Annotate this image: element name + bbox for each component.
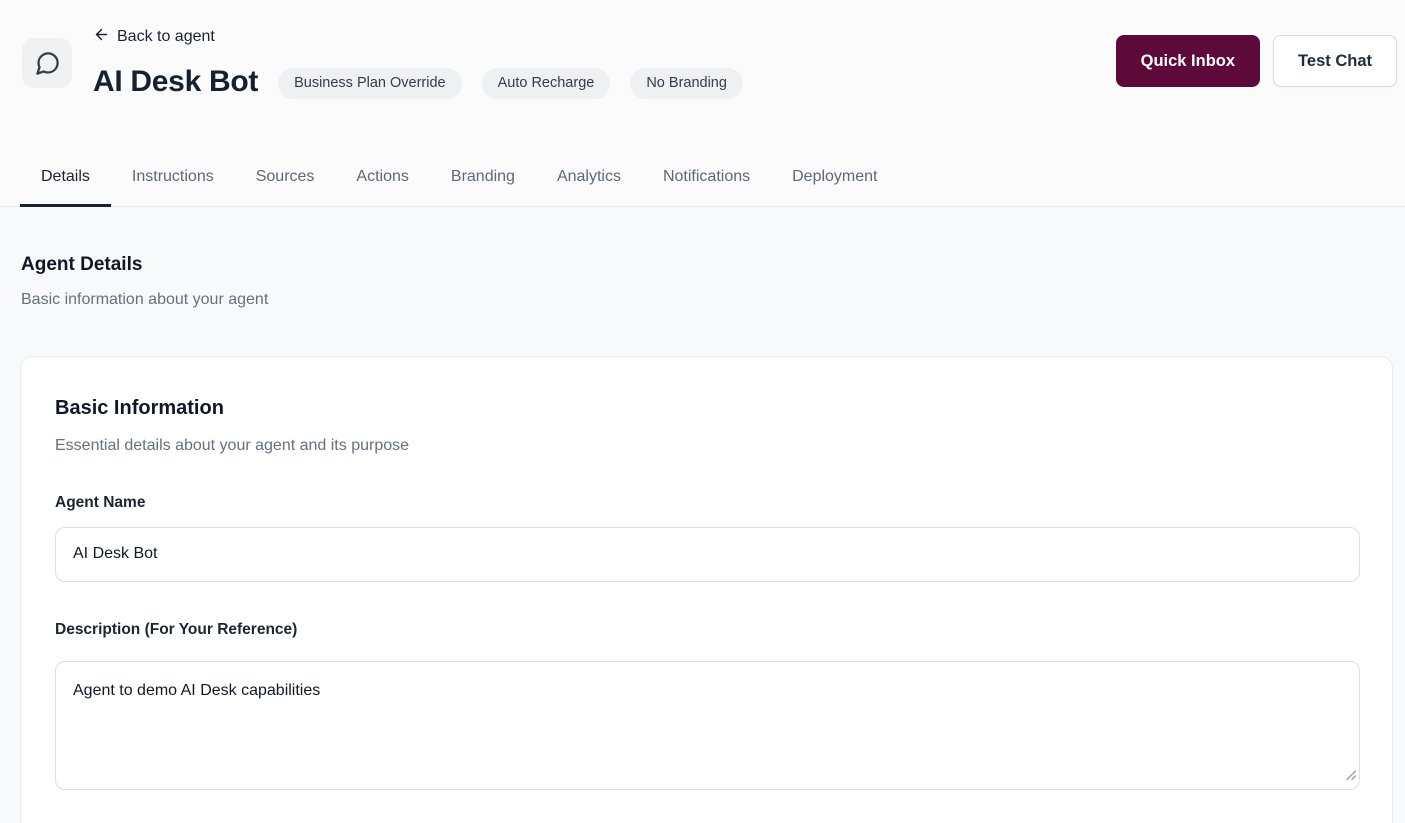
description-textarea[interactable] <box>55 661 1360 790</box>
tab-instructions[interactable]: Instructions <box>111 150 235 206</box>
tab-deployment[interactable]: Deployment <box>771 150 898 206</box>
agent-settings-page: Back to agent AI Desk Bot Business Plan … <box>0 0 1405 823</box>
agent-name-input[interactable] <box>55 527 1360 582</box>
title-block: Back to agent AI Desk Bot Business Plan … <box>93 24 743 99</box>
badge-group: Business Plan Override Auto Recharge No … <box>278 68 743 99</box>
basic-information-card: Basic Information Essential details abou… <box>20 356 1393 823</box>
back-to-agent-label: Back to agent <box>117 28 215 46</box>
header-actions: Quick Inbox Test Chat <box>1116 35 1397 87</box>
card-title: Basic Information <box>55 397 1360 420</box>
section-title: Agent Details <box>21 207 1393 276</box>
page-title: AI Desk Bot <box>93 65 258 98</box>
resize-handle-icon[interactable] <box>1344 768 1357 786</box>
tab-sources[interactable]: Sources <box>235 150 336 206</box>
arrow-left-icon <box>93 26 110 48</box>
agent-name-label: Agent Name <box>55 494 1360 512</box>
chat-bubble-icon <box>34 50 61 77</box>
description-label: Description (For Your Reference) <box>55 621 1360 639</box>
description-field-wrap <box>55 661 1360 790</box>
tab-actions[interactable]: Actions <box>335 150 429 206</box>
agent-avatar <box>22 38 72 88</box>
title-row: AI Desk Bot Business Plan Override Auto … <box>93 64 743 99</box>
test-chat-button[interactable]: Test Chat <box>1273 35 1397 87</box>
tab-analytics[interactable]: Analytics <box>536 150 642 206</box>
tab-bar: Details Instructions Sources Actions Bra… <box>0 150 1405 207</box>
back-to-agent-link[interactable]: Back to agent <box>93 24 215 50</box>
section-subtitle: Basic information about your agent <box>21 291 1393 309</box>
badge-business-plan-override: Business Plan Override <box>278 68 462 99</box>
tab-notifications[interactable]: Notifications <box>642 150 771 206</box>
badge-auto-recharge: Auto Recharge <box>482 68 611 99</box>
quick-inbox-button[interactable]: Quick Inbox <box>1116 35 1260 87</box>
tab-details[interactable]: Details <box>20 150 111 206</box>
card-subtitle: Essential details about your agent and i… <box>55 437 1360 455</box>
main-content: Agent Details Basic information about yo… <box>0 207 1405 823</box>
header: Back to agent AI Desk Bot Business Plan … <box>0 0 1405 99</box>
tab-branding[interactable]: Branding <box>430 150 536 206</box>
badge-no-branding: No Branding <box>630 68 743 99</box>
